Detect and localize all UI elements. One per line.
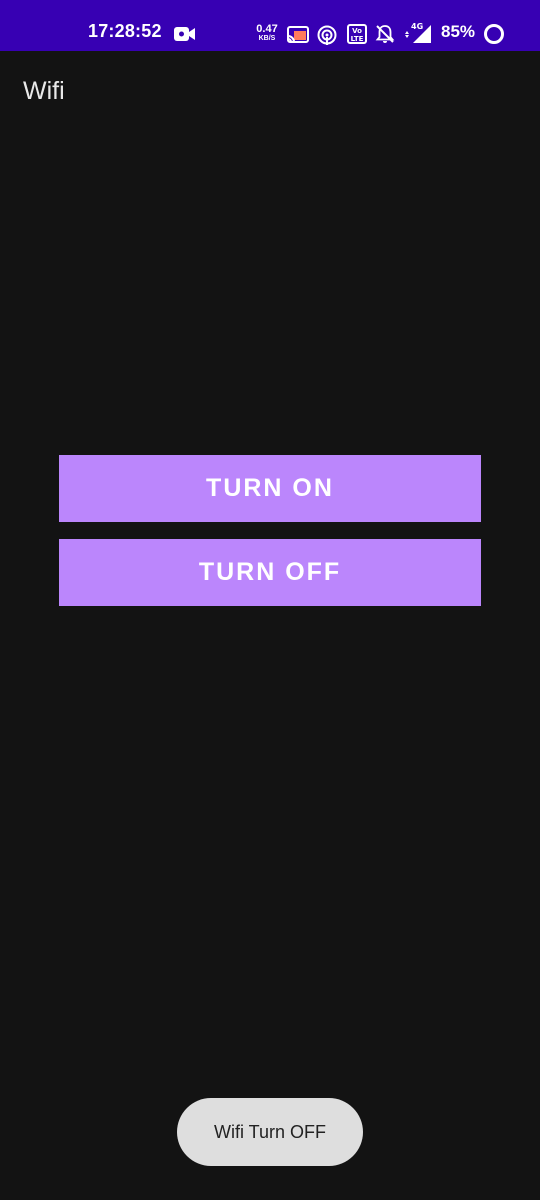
battery-circle-icon [484, 24, 504, 44]
svg-text:Vo: Vo [352, 27, 362, 35]
video-camera-icon [174, 27, 195, 41]
turn-off-button[interactable]: TURN OFF [59, 539, 481, 606]
notifications-off-icon [375, 25, 395, 43]
hotspot-icon [317, 25, 337, 45]
app-screen: 17:28:52 0.47 KB/S Vo LTE 4G 85% Wifi TU… [0, 0, 540, 1200]
signal-icon: 4G [405, 22, 431, 43]
status-time: 17:28:52 [88, 21, 162, 41]
battery-percent: 85% [441, 22, 476, 41]
network-speed: 0.47 KB/S [254, 23, 280, 43]
turn-on-button[interactable]: TURN ON [59, 455, 481, 522]
svg-text:LTE: LTE [351, 35, 364, 43]
svg-text:4G: 4G [411, 22, 423, 31]
cast-icon [287, 26, 309, 43]
app-title: Wifi [23, 77, 65, 105]
toast-message: Wifi Turn OFF [177, 1098, 363, 1166]
volte-icon: Vo LTE [347, 24, 367, 44]
network-speed-unit: KB/S [258, 35, 276, 42]
toast-text: Wifi Turn OFF [214, 1121, 326, 1142]
status-bar: 17:28:52 0.47 KB/S Vo LTE 4G 85% [0, 0, 540, 51]
network-speed-value: 0.47 [256, 23, 278, 35]
